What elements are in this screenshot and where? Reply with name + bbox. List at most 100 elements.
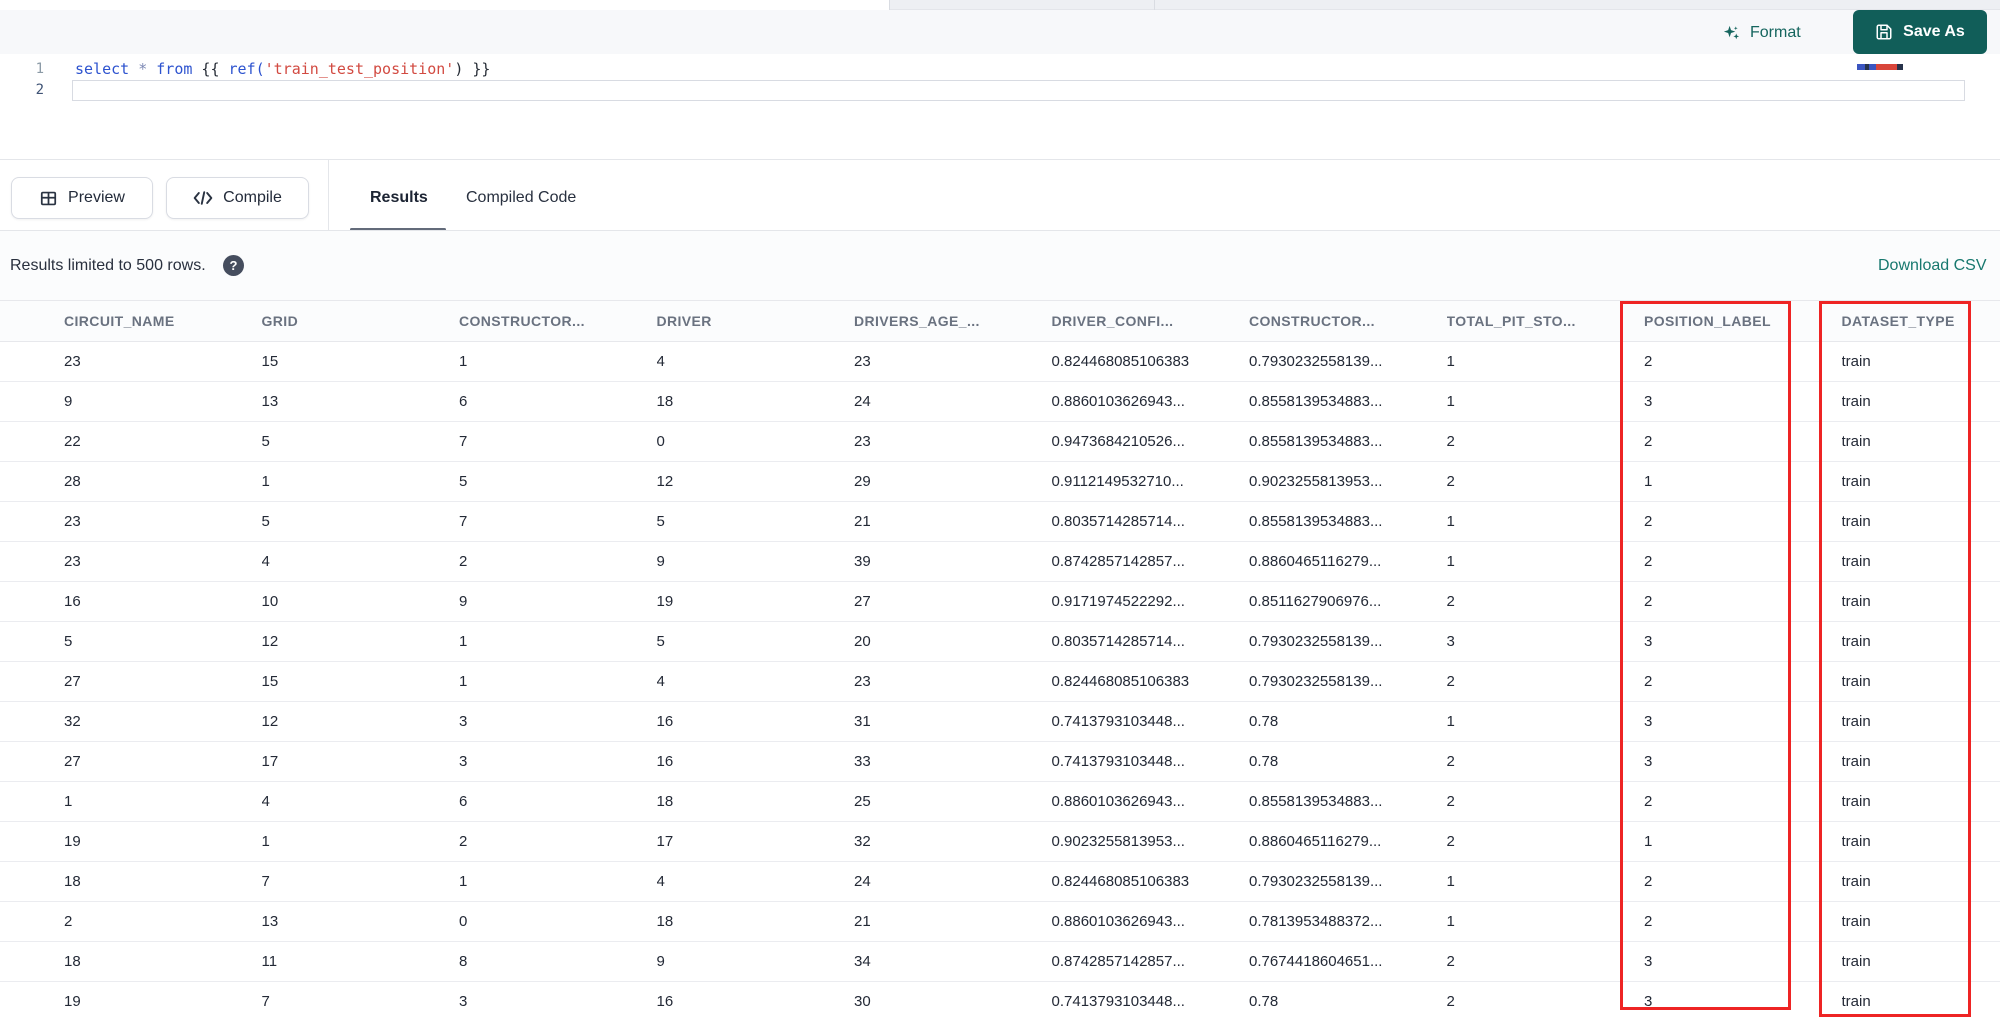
table-cell: 23 (854, 353, 871, 370)
table-cell: 1 (1644, 833, 1653, 850)
table-cell: 27 (854, 593, 871, 610)
table-cell: 18 (656, 393, 674, 410)
table-cell: 30 (854, 993, 871, 1010)
help-icon[interactable]: ? (223, 255, 244, 276)
table-cell: 5 (261, 433, 270, 450)
table-cell: 15 (261, 353, 279, 370)
table-cell: 0.8860465116279... (1249, 553, 1382, 570)
table-row: 1 4 6 18 25 0.8860103626943... 0.8558139534883… (0, 782, 2000, 822)
table-cell: 18 (64, 873, 81, 890)
column-header: DATASET_TYPE (1841, 313, 1955, 329)
table-cell: 2 (459, 833, 468, 850)
table-cell: 27 (64, 673, 81, 690)
table-cell: 4 (656, 353, 665, 370)
table-cell: 0.7930232558139... (1249, 873, 1383, 890)
table-cell: 5 (261, 513, 270, 530)
table-row: 32 12 3 16 31 0.7413793103448... 0.78 1 3 train (0, 702, 2000, 742)
table-cell: 17 (656, 833, 674, 850)
preview-label: Preview (68, 189, 125, 206)
preview-button[interactable]: Preview (11, 177, 153, 219)
table-cell: train (1841, 593, 1871, 610)
table-cell: 0 (656, 433, 665, 450)
table-cell: 12 (261, 633, 279, 650)
table-cell: 2 (1446, 833, 1455, 850)
table-row: 23 5 7 5 21 0.8035714285714... 0.8558139534883… (0, 502, 2000, 542)
tab-results[interactable]: Results (370, 177, 428, 219)
save-as-label: Save As (1903, 23, 1965, 40)
column-header: CONSTRUCTOR... (1249, 313, 1375, 329)
column-header: DRIVERS_AGE_... (854, 313, 980, 329)
table-cell: train (1841, 793, 1871, 810)
table-cell: 1 (1446, 913, 1455, 930)
table-cell: 2 (1644, 353, 1653, 370)
table-cell: 0.7813953488372... (1249, 913, 1383, 930)
table-cell: 1 (1644, 473, 1653, 490)
table-cell: 4 (261, 553, 270, 570)
editor-minimap (1857, 64, 1913, 70)
table-cell: 28 (64, 473, 81, 490)
column-header: TOTAL_PIT_STO... (1446, 313, 1576, 329)
table-cell: 0.8860103626943... (1051, 793, 1185, 810)
save-as-button[interactable]: Save As (1853, 10, 1987, 54)
editor-active-line[interactable] (72, 80, 1965, 101)
format-button[interactable]: Format (1722, 20, 1801, 46)
table-cell: 1 (1446, 553, 1455, 570)
table-cell: 0.7930232558139... (1249, 353, 1383, 370)
table-cell: 23 (64, 553, 81, 570)
table-cell: train (1841, 833, 1871, 850)
table-cell: 1 (1446, 713, 1455, 730)
table-cell: 3 (1644, 993, 1653, 1010)
table-cell: 18 (64, 953, 81, 970)
active-file-tab[interactable] (0, 0, 889, 10)
table-cell: train (1841, 353, 1871, 370)
table-row: 18 7 1 4 24 0.824468085106383 0.7930232558139.… (0, 862, 2000, 902)
table-cell: 1 (459, 673, 468, 690)
download-csv-link[interactable]: Download CSV (1878, 256, 1987, 276)
column-header: GRID (261, 313, 299, 329)
table-cell: train (1841, 753, 1871, 770)
row-limit-status: Results limited to 500 rows. (10, 257, 206, 274)
table-cell: 1 (261, 473, 270, 490)
table-cell: 2 (1446, 753, 1455, 770)
tab-compiled-code[interactable]: Compiled Code (466, 177, 576, 219)
table-cell: 0.8860103626943... (1051, 913, 1185, 930)
line-number-2: 2 (35, 82, 44, 98)
table-cell: 2 (1644, 913, 1653, 930)
table-cell: 0.824468085106383 (1051, 353, 1190, 370)
table-cell: 1 (459, 633, 468, 650)
table-cell: 0.9171974522292... (1051, 593, 1185, 610)
table-cell: 0.8558139534883... (1249, 433, 1383, 450)
column-header: DRIVER (656, 313, 712, 329)
table-cell: 0.8558139534883... (1249, 393, 1383, 410)
table-cell: 0.7930232558139... (1249, 673, 1383, 690)
table-cell: 2 (1644, 433, 1653, 450)
table-cell: 3 (459, 713, 468, 730)
table-cell: 8 (459, 953, 468, 970)
table-cell: 20 (854, 633, 871, 650)
table-cell: train (1841, 913, 1871, 930)
table-cell: 2 (1446, 473, 1455, 490)
column-header: DRIVER_CONFI... (1051, 313, 1174, 329)
code-token-operator: * (138, 60, 148, 78)
table-row: 19 7 3 16 30 0.7413793103448... 0.78 2 3 train (0, 982, 2000, 1020)
table-cell: 2 (1446, 993, 1455, 1010)
table-row: 22 5 7 0 23 0.9473684210526... 0.8558139534883… (0, 422, 2000, 462)
editor-tab-strip (0, 0, 2000, 10)
table-cell: 3 (1644, 953, 1653, 970)
table-cell: 21 (854, 913, 871, 930)
table-cell: 2 (1644, 873, 1653, 890)
code-line[interactable]: select * from {{ ref('train_test_positio… (75, 58, 490, 80)
divider (328, 160, 329, 231)
table-cell: 5 (459, 473, 468, 490)
status-bar (0, 231, 2000, 300)
compile-button[interactable]: Compile (166, 177, 309, 219)
table-cell: train (1841, 673, 1871, 690)
table-cell: 1 (1446, 873, 1455, 890)
table-cell: 3 (1644, 393, 1653, 410)
table-cell: train (1841, 953, 1871, 970)
table-cell: 24 (854, 393, 871, 410)
table-cell: 0.8511627906976... (1249, 593, 1382, 610)
table-row: 9 13 6 18 24 0.8860103626943... 0.855813953488… (0, 382, 2000, 422)
results-table-body: 23 15 1 4 23 0.824468085106383 0.7930232558139… (0, 342, 2000, 1020)
